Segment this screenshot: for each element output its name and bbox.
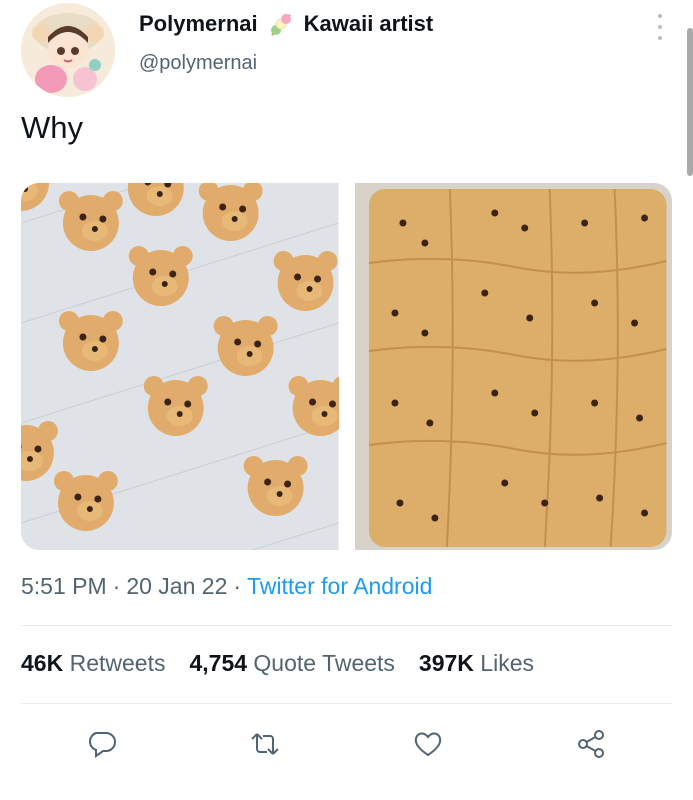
divider (21, 625, 672, 626)
tweet: Polymernai Kawaii artist @polymernai Why (0, 0, 693, 800)
tweet-date: 20 Jan 22 (126, 573, 228, 599)
tweet-meta: 5:51 PM · 20 Jan 22 · Twitter for Androi… (21, 573, 432, 600)
display-suffix: Kawaii artist (303, 11, 434, 36)
likes-stat[interactable]: 397K Likes (419, 650, 534, 677)
divider (21, 703, 672, 704)
display-name[interactable]: Polymernai (139, 11, 258, 37)
avatar-image (21, 3, 115, 97)
tweet-stats: 46K Retweets 4,754 Quote Tweets 397K Lik… (21, 650, 534, 677)
photo-bear-cookie-dough[interactable] (21, 183, 339, 550)
quotes-stat[interactable]: 4,754 Quote Tweets (189, 650, 394, 677)
tweet-text: Why (21, 110, 83, 145)
meta-separator: · (233, 573, 242, 599)
tweet-media[interactable] (21, 183, 672, 550)
retweet-icon (251, 733, 279, 755)
quotes-count: 4,754 (189, 650, 248, 676)
likes-count: 397K (418, 650, 474, 676)
heart-icon (414, 732, 442, 757)
share-icon (577, 730, 604, 758)
avatar[interactable] (21, 3, 115, 97)
more-options-icon[interactable] (655, 14, 665, 40)
reply-icon (89, 732, 117, 758)
retweet-button[interactable] (243, 722, 287, 766)
photo-merged-bear-cookies[interactable] (354, 183, 672, 550)
meta-separator: · (112, 573, 121, 599)
likes-label: Likes (480, 650, 534, 676)
retweets-label: Retweets (69, 650, 166, 676)
share-button[interactable] (569, 722, 613, 766)
user-handle[interactable]: @polymernai (139, 52, 257, 75)
reply-button[interactable] (80, 722, 124, 766)
dango-icon (266, 9, 296, 39)
scrollbar[interactable] (687, 28, 693, 176)
tweet-source-link[interactable]: Twitter for Android (247, 573, 432, 600)
display-name-row[interactable]: Polymernai Kawaii artist (139, 9, 433, 39)
quotes-label: Quote Tweets (253, 650, 395, 676)
retweets-stat[interactable]: 46K Retweets (21, 650, 165, 677)
tweet-actions (21, 718, 672, 770)
retweets-count: 46K (21, 650, 64, 676)
like-button[interactable] (406, 722, 450, 766)
tweet-time: 5:51 PM (21, 573, 107, 599)
